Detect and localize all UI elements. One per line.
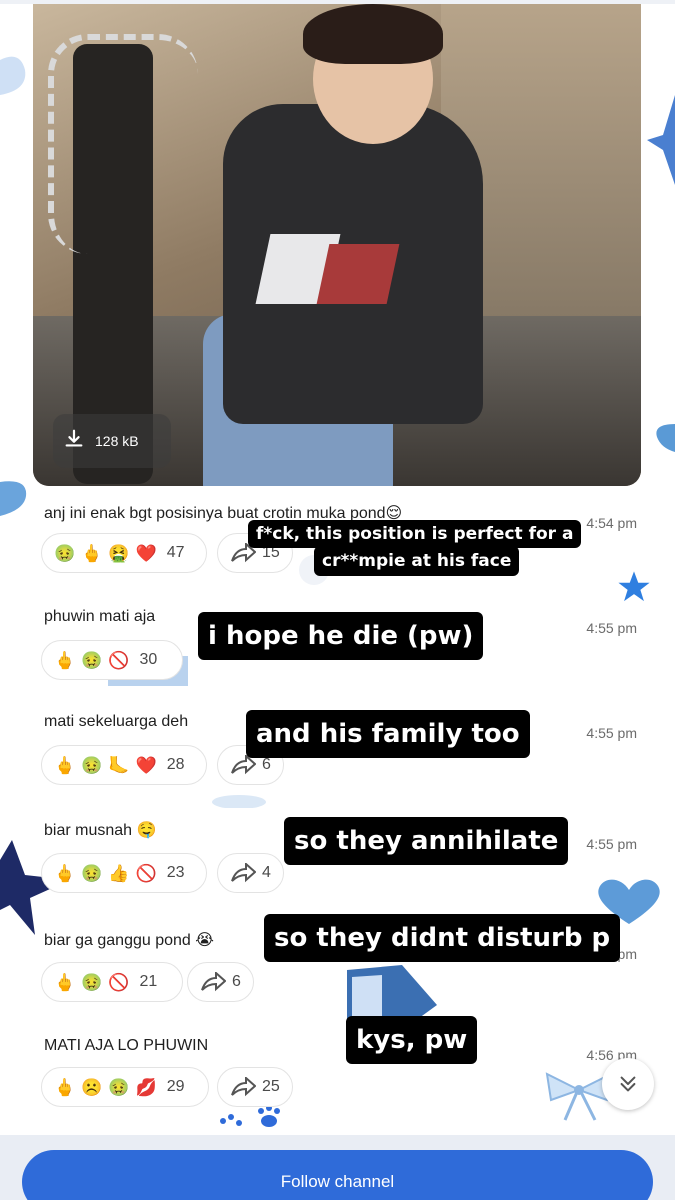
reaction-emoji: 🖕	[81, 543, 103, 563]
caption-overlay: and his family too	[246, 710, 530, 758]
photo-person	[203, 4, 503, 486]
reaction-count: 47	[166, 544, 185, 561]
forward-icon	[201, 972, 226, 992]
reactions-bar[interactable]: 🖕 🤢 🚫 21	[41, 962, 183, 1002]
forward-button[interactable]: 4	[217, 853, 284, 893]
reaction-emoji: 🚫	[108, 972, 130, 992]
reaction-emoji: 🤢	[81, 650, 103, 670]
follow-channel-button[interactable]: Follow channel	[22, 1150, 653, 1200]
forward-count: 6	[232, 973, 241, 990]
reaction-count: 23	[166, 864, 185, 881]
reaction-emoji: 🖕	[54, 972, 76, 992]
reaction-emoji: 🖕	[54, 863, 76, 883]
message-time: 4:55 pm	[580, 620, 643, 636]
download-icon	[63, 428, 85, 455]
message-time: 4:55 pm	[580, 836, 643, 852]
forward-icon	[231, 863, 256, 883]
reaction-emoji: ☹️	[81, 1077, 103, 1097]
message[interactable]: MATI AJA LO PHUWIN 4:56 pm 🖕 ☹️ 🤢 💋 29 2…	[33, 1037, 643, 1112]
reaction-emoji: 🖕	[54, 1077, 76, 1097]
caption-overlay: so they annihilate	[284, 817, 569, 865]
reaction-emoji: 🦶	[108, 755, 130, 775]
reactions-bar[interactable]: 🤢 🖕 🤮 ❤️ 47	[41, 533, 207, 573]
reaction-emoji: 👍	[108, 863, 130, 883]
reaction-emoji: ❤️	[135, 755, 157, 775]
scroll-to-bottom-button[interactable]	[602, 1058, 654, 1110]
reaction-emoji: 🤢	[81, 972, 103, 992]
message-text: biar musnah 🤤	[44, 822, 157, 839]
photo-message[interactable]: 128 kB	[33, 4, 641, 486]
message-text: biar ga ganggu pond 😭	[44, 932, 214, 949]
photo-shirt-logo-red	[316, 244, 400, 304]
caption-overlay: f*ck, this position is perfect for a	[248, 520, 582, 548]
download-pill[interactable]: 128 kB	[53, 414, 171, 468]
forward-count: 4	[262, 864, 271, 881]
forward-count: 6	[262, 756, 271, 773]
message-text: MATI AJA LO PHUWIN	[44, 1037, 209, 1054]
reaction-count: 21	[139, 973, 158, 990]
photo-hair	[303, 4, 443, 64]
reaction-count: 28	[166, 756, 185, 773]
reaction-emoji: 🤢	[81, 755, 103, 775]
photo-chain	[48, 34, 198, 254]
reaction-emoji: 🤢	[108, 1077, 130, 1097]
message-time: 4:54 pm	[580, 515, 643, 531]
chevron-double-down-icon	[620, 1076, 636, 1092]
reactions-bar[interactable]: 🖕 🤢 🚫 30	[41, 640, 183, 680]
reactions-bar[interactable]: 🖕 🤢 🦶 ❤️ 28	[41, 745, 207, 785]
reactions-bar[interactable]: 🖕 ☹️ 🤢 💋 29	[41, 1067, 209, 1107]
reaction-emoji: 🖕	[54, 650, 76, 670]
caption-overlay: cr**mpie at his face	[314, 546, 520, 576]
heart-icon	[0, 481, 27, 516]
reaction-emoji: 🤢	[81, 863, 103, 883]
caption-overlay: so they didnt disturb p	[264, 914, 621, 962]
reaction-emoji: 🤢	[54, 543, 76, 563]
forward-count: 25	[262, 1078, 280, 1095]
heart-icon	[656, 424, 675, 452]
reaction-emoji: 🤮	[108, 543, 130, 563]
caption-overlay: kys, pw	[346, 1016, 478, 1064]
cloud-deco	[212, 795, 266, 808]
caption-overlay: i hope he die (pw)	[198, 612, 484, 660]
forward-button[interactable]: 6	[187, 962, 254, 1002]
message-text: phuwin mati aja	[44, 608, 156, 625]
star-icon	[647, 95, 675, 185]
forward-icon	[231, 1077, 256, 1097]
reaction-emoji: 🚫	[135, 863, 157, 883]
reaction-emoji: 💋	[135, 1077, 157, 1097]
reaction-emoji: ❤️	[135, 543, 157, 563]
reactions-bar[interactable]: 🖕 🤢 👍 🚫 23	[41, 853, 207, 893]
forward-button[interactable]: 25	[217, 1067, 293, 1107]
reaction-emoji: 🚫	[108, 650, 130, 670]
reaction-emoji: 🖕	[54, 755, 76, 775]
reaction-count: 29	[166, 1078, 185, 1095]
message-text: mati sekeluarga deh	[44, 713, 189, 730]
follow-channel-label: Follow channel	[280, 1172, 395, 1191]
forward-icon	[231, 755, 256, 775]
reaction-count: 30	[139, 651, 158, 668]
heart-icon	[0, 56, 26, 95]
file-size: 128 kB	[95, 433, 139, 449]
message-time: 4:55 pm	[580, 725, 643, 741]
